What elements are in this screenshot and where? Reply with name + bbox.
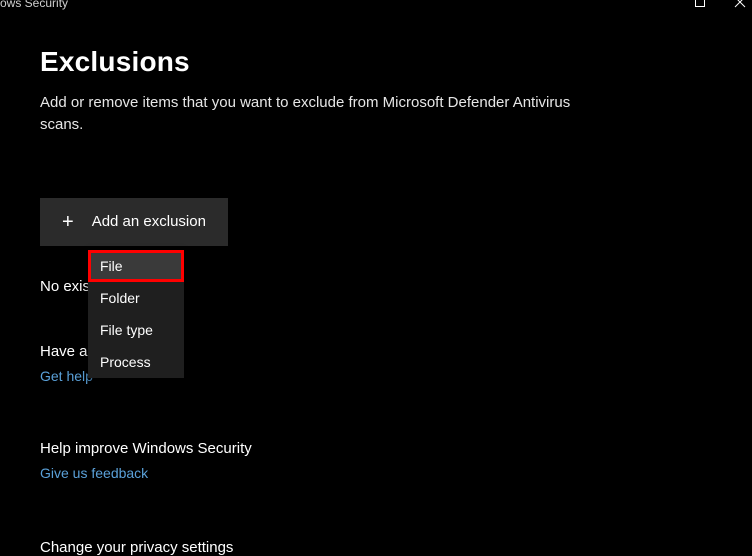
add-exclusion-button[interactable]: + Add an exclusion [40,198,228,246]
add-exclusion-label: Add an exclusion [92,213,206,230]
dropdown-item-folder[interactable]: Folder [88,282,184,314]
dropdown-item-process[interactable]: Process [88,346,184,378]
feedback-link[interactable]: Give us feedback [40,465,148,481]
page-subtitle: Add or remove items that you want to exc… [40,92,580,136]
page-title: Exclusions [40,46,712,78]
window-controls [694,0,752,8]
exclusion-type-dropdown: File Folder File type Process [88,250,184,378]
dropdown-item-filetype[interactable]: File type [88,314,184,346]
dropdown-item-file[interactable]: File [88,250,184,282]
privacy-heading: Change your privacy settings [40,539,712,556]
plus-icon: + [62,212,74,232]
window-title: ows Security [0,0,68,10]
close-icon[interactable] [734,0,746,8]
titlebar: ows Security [0,0,752,16]
get-help-link[interactable]: Get help [40,368,93,384]
improve-heading: Help improve Windows Security [40,440,712,457]
maximize-icon[interactable] [694,0,706,8]
